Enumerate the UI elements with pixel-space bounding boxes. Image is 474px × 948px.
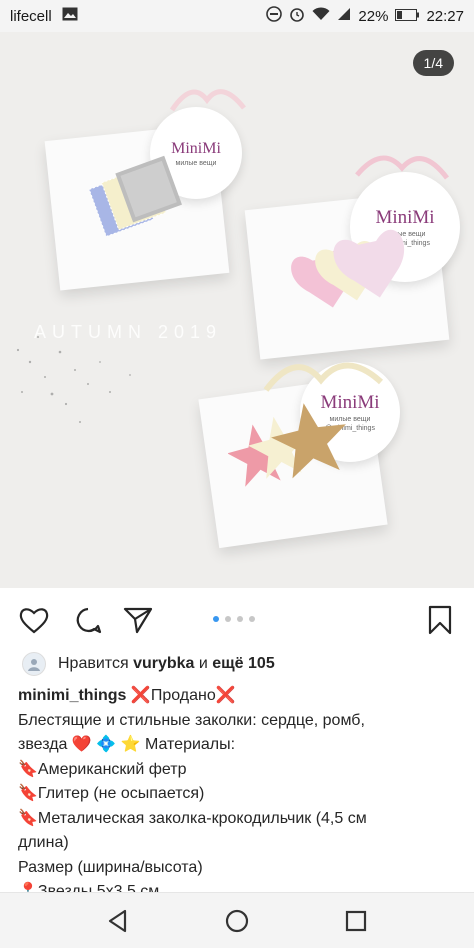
caption-line: 🔖Металическая заколка-крокодильчик (4,5 … <box>18 809 367 827</box>
liker-username[interactable]: vurybka <box>133 655 194 673</box>
heart-icon <box>19 608 49 634</box>
avatar-icon <box>28 659 40 671</box>
like-button[interactable] <box>16 602 52 638</box>
caption-username[interactable]: minimi_things <box>18 687 126 704</box>
wifi-icon <box>312 7 330 25</box>
carousel-dot <box>237 616 243 622</box>
ribbon-bow <box>169 89 246 112</box>
caption-line: длина) <box>18 834 69 851</box>
do-not-disturb-icon <box>266 6 283 26</box>
home-circle-icon <box>225 909 249 933</box>
home-button[interactable] <box>223 907 251 935</box>
caption-line: 🔖Глитер (не осыпается) <box>18 785 205 802</box>
carousel-dot <box>213 616 219 622</box>
carousel-dot <box>249 616 255 622</box>
ribbon-bow-3 <box>263 362 384 392</box>
system-nav-bar <box>0 892 474 948</box>
battery-icon <box>395 8 420 25</box>
post-action-bar <box>0 596 474 644</box>
send-icon <box>123 607 153 634</box>
watermark-text: AUTUMN 2019 <box>34 322 223 342</box>
comment-icon <box>76 607 102 634</box>
signal-icon <box>337 7 351 25</box>
caption-line: звезда ❤️ 💠 ⭐ Материалы: <box>18 736 236 753</box>
caption-line: 🔖Американский фетр <box>18 760 187 778</box>
alarm-icon <box>289 6 305 26</box>
diamond-clips <box>88 155 182 238</box>
gallery-icon <box>62 7 78 25</box>
save-button[interactable] <box>422 602 458 638</box>
likes-middle: и <box>198 655 208 672</box>
carousel-dot <box>225 616 231 622</box>
ribbon-bow-2 <box>355 155 449 180</box>
post-caption: minimi_things ❌Продано❌ Блестящие и стил… <box>18 684 458 905</box>
recents-square-icon <box>345 910 367 932</box>
likes-prefix: Нравится <box>58 655 129 672</box>
bookmark-icon <box>428 605 452 635</box>
liker-avatar[interactable] <box>22 652 46 676</box>
likes-summary[interactable]: Нравится vurybka и ещё 105 <box>22 652 275 676</box>
caption-line: Размер (ширина/высота) <box>18 858 203 876</box>
post-photo[interactable]: 1/4 MiniMi милые вещи MiniMi милые вещи … <box>0 32 474 588</box>
comment-button[interactable] <box>70 602 106 638</box>
carrier-name: lifecell <box>10 7 52 25</box>
star-clips <box>228 403 346 487</box>
recents-button[interactable] <box>342 907 370 935</box>
back-triangle-icon <box>108 909 127 933</box>
back-button[interactable] <box>104 907 132 935</box>
caption-status: ❌Продано❌ <box>130 687 236 704</box>
heart-clips <box>291 229 405 308</box>
image-counter: 1/4 <box>412 50 454 76</box>
status-bar: lifecell 22% 22:27 <box>0 0 474 32</box>
carousel-dots <box>213 616 255 622</box>
likes-count[interactable]: ещё 105 <box>212 655 274 673</box>
clock: 22:27 <box>426 7 464 25</box>
battery-percent: 22% <box>358 7 389 25</box>
caption-line: Блестящие и стильные заколки: сердце, ро… <box>18 711 365 729</box>
share-button[interactable] <box>120 602 156 638</box>
